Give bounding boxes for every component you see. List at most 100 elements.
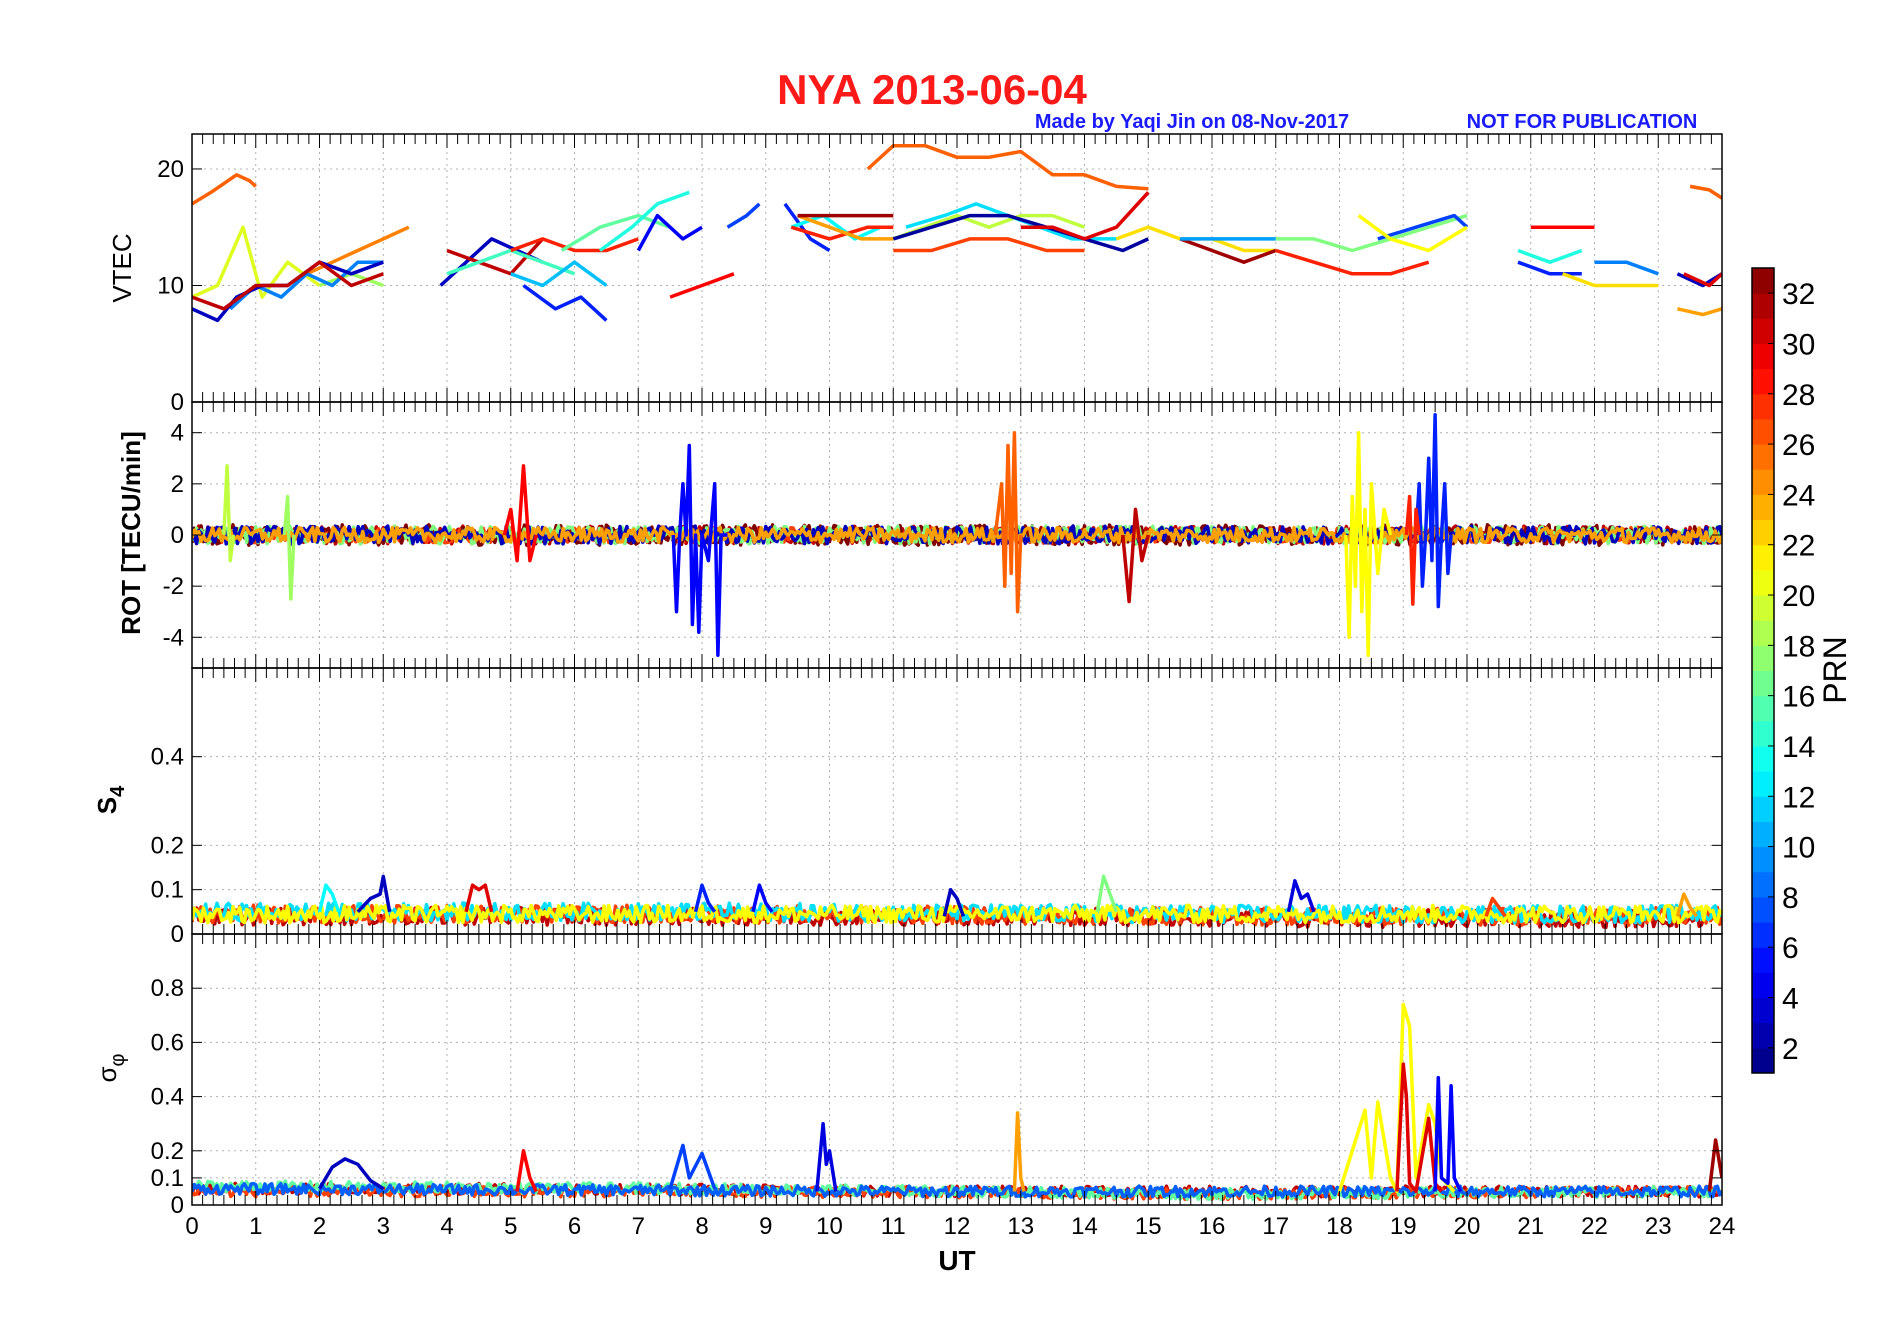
series-group-sigma_phi [192,1002,1722,1202]
colorbar-segment [1752,871,1774,898]
colorbar-segment [1752,670,1774,697]
series-prn-32 [1707,1138,1722,1192]
colorbar-segment [1752,745,1774,772]
colorbar-segment [1752,1047,1774,1074]
series-prn-26 [1689,184,1722,200]
y-tick-label: 0.6 [151,1029,184,1056]
y-tick-label: 0 [171,522,184,549]
credit-note: Made by Yaqi Jin on 08-Nov-2017 [1035,111,1349,133]
y-axis-label-vtec: VTEC [107,233,137,302]
colorbar-segment [1752,997,1774,1024]
y-tick-label: 0.1 [151,877,184,904]
series-prn-26 [993,430,1023,614]
grid-vtec [192,134,1722,403]
series-prn-28 [1404,494,1421,606]
x-tick-label: 13 [1007,1213,1034,1240]
y-tick-label: 0.8 [151,975,184,1002]
x-tick-label: 24 [1709,1213,1736,1240]
colorbar-tick-label: 12 [1782,781,1815,814]
colorbar-tick-label: 10 [1782,832,1815,865]
series-prn-26 [866,143,1149,191]
x-tick-label: 18 [1326,1213,1353,1240]
grid-s4 [192,668,1722,935]
series-prn-24 [1012,1111,1026,1192]
series-prn-4 [815,1121,838,1192]
series-prn-24 [1677,307,1722,317]
x-tick-label: 0 [185,1213,198,1240]
x-tick-label: 9 [759,1213,772,1240]
series-prn-31 [1121,507,1150,604]
colorbar-tick-label: 8 [1782,882,1799,915]
y-tick-label: 4 [171,420,184,447]
y-axis-label-sigma_phi: σφ [92,1053,129,1082]
series-prn-29 [502,464,538,563]
y-tick-label: -2 [163,573,184,600]
colorbar-segment [1752,821,1774,848]
colorbar-segment [1752,695,1774,722]
x-tick-label: 2 [313,1213,326,1240]
colorbar-segment [1752,519,1774,546]
series-prn-18 [282,494,296,601]
panel-vtec: 0 10 20 VTEC [107,133,1723,416]
y-tick-label: -4 [163,624,184,651]
y-tick-label: 2 [171,471,184,498]
series-prn-7 [668,1143,717,1190]
colorbar-segment [1752,494,1774,521]
x-tick-label: 12 [944,1213,971,1240]
colorbar-segment [1752,972,1774,999]
x-tick-label: 19 [1390,1213,1417,1240]
y-tick-label: 0 [171,1192,184,1219]
panel-s4: 0 0.1 0.2 0.4 S4 [92,667,1723,948]
colorbar-tick-label: 26 [1782,429,1815,462]
colorbar-tick-label: 24 [1782,479,1815,512]
series-prn-31 [192,260,384,311]
colorbar-segment [1752,720,1774,747]
x-tick-label: 5 [504,1213,517,1240]
series-prn-6 [522,284,608,322]
x-tick-label: 22 [1581,1213,1608,1240]
colorbar-segment [1752,393,1774,420]
colorbar-label: PRN [1817,636,1853,704]
y-tick-label: 0.2 [151,832,184,859]
panels: 01020VTEC-4-2024ROT [TECU/min]00.10.20.4… [92,133,1736,1240]
colorbar-segment [1752,343,1774,370]
colorbar-segment [1752,796,1774,822]
colorbar-segment [1752,1022,1774,1049]
colorbar-segment [1752,620,1774,646]
x-tick-label: 3 [377,1213,390,1240]
x-tick-label: 17 [1262,1213,1289,1240]
colorbar-segment [1752,418,1774,445]
x-tick-label: 16 [1199,1213,1226,1240]
colorbar-tick-label: 18 [1782,630,1815,663]
x-tick-label: 20 [1454,1213,1481,1240]
colorbar-segment [1752,771,1774,797]
y-tick-label: 0.4 [151,744,184,771]
series-prn-28 [1275,248,1430,276]
colorbar-tick-label: 14 [1782,731,1815,764]
colorbar-tick-label: 2 [1782,1033,1799,1066]
colorbar-segment [1752,595,1774,621]
x-tick-label: 1 [249,1213,262,1240]
colorbar-segment [1752,444,1774,470]
y-tick-label: 0 [171,921,184,948]
x-ticks-sigma_phi [191,934,1723,1205]
x-tick-label: 23 [1645,1213,1672,1240]
y-axis-label-s4: S4 [92,785,129,814]
colorbar-segment [1752,268,1774,294]
x-tick-label: 14 [1071,1213,1098,1240]
y-axis-label-subscript: 4 [107,785,129,797]
series-prn-14 [1517,248,1583,264]
x-axis-label: UT [938,1245,975,1276]
chart-title: NYA 2013-06-04 [777,66,1087,113]
series-prn-9 [1594,260,1659,276]
prn-colorbar: 2468101214161820222426283032PRN [1751,267,1853,1074]
colorbar-segment [1752,922,1774,948]
colorbar-segment [1752,318,1774,344]
figure: NYA 2013-06-04 Made by Yaqi Jin on 08-No… [92,66,1853,1276]
x-tick-label: 21 [1517,1213,1544,1240]
colorbar-tick-label: 30 [1782,328,1815,361]
x-tick-label: 6 [568,1213,581,1240]
colorbar-tick-label: 22 [1782,530,1815,563]
y-tick-label: 0.1 [151,1165,184,1192]
y-tick-label: 10 [157,272,184,299]
